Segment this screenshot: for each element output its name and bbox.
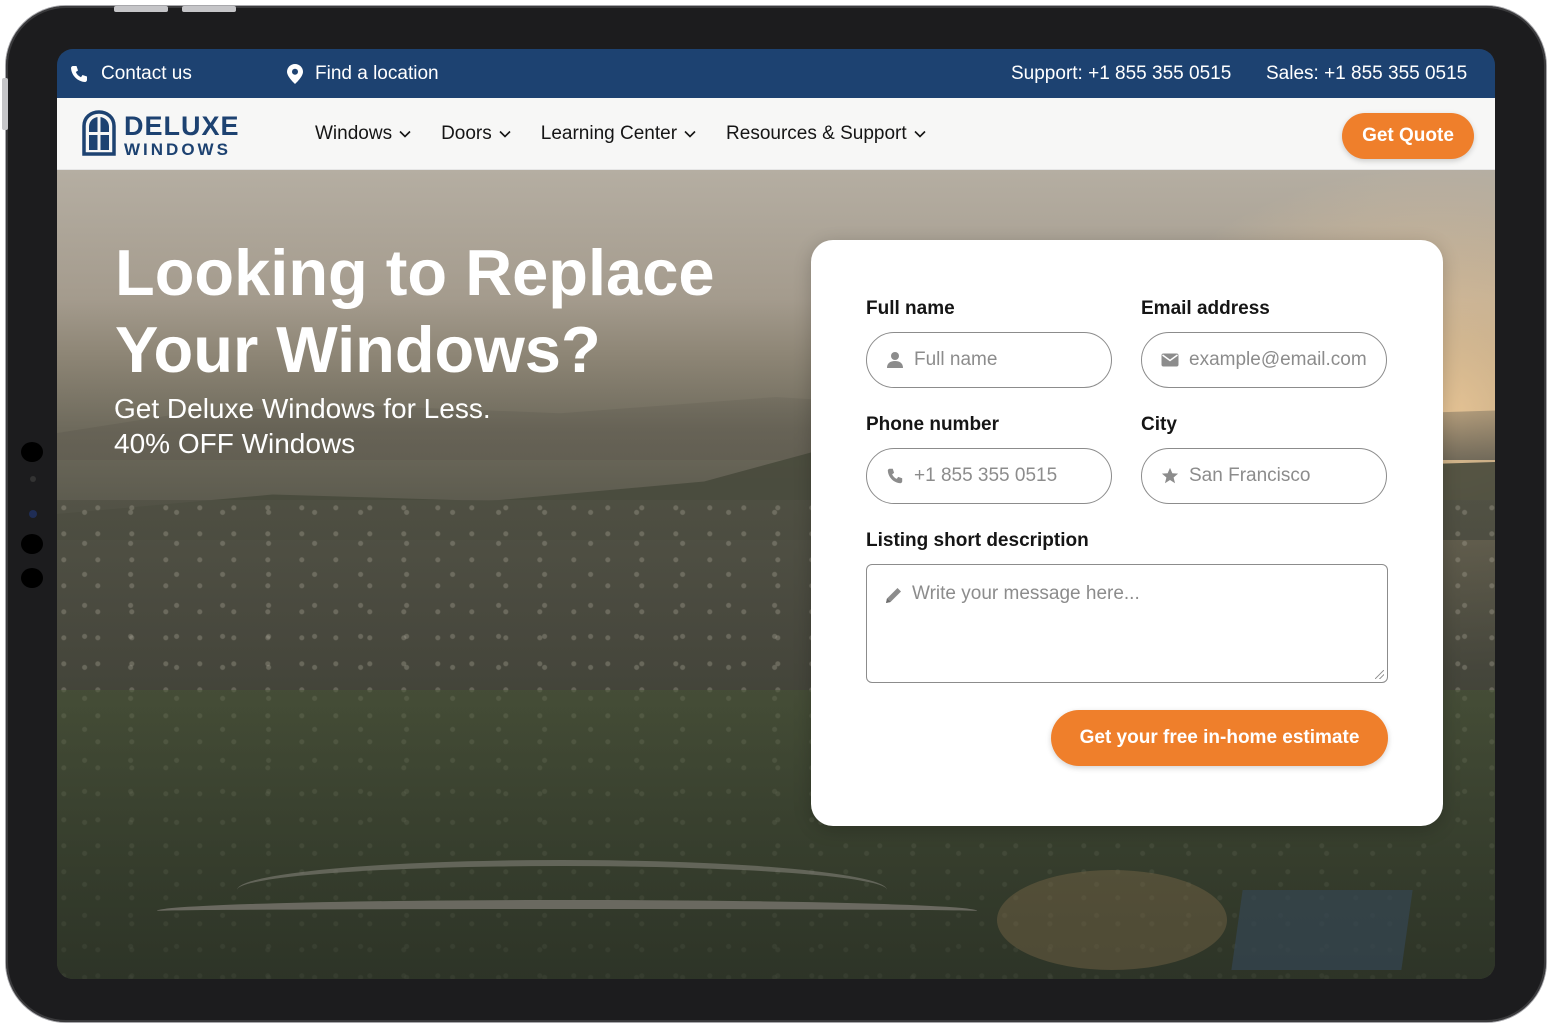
nav-item-learning-center[interactable]: Learning Center [541, 123, 696, 145]
star-icon [1161, 467, 1179, 485]
contact-link[interactable]: Contact us [69, 49, 192, 98]
nav-item-label: Windows [315, 123, 393, 144]
tablet-top-button [182, 6, 236, 12]
tablet-sensor [21, 568, 43, 588]
hero-background-road [157, 900, 977, 922]
main-navbar: DELUXE WINDOWS Windows Doors Learning Ce… [57, 98, 1495, 170]
screen: Contact us Find a location Support: +1 8… [57, 49, 1495, 979]
brand-wordmark: DELUXE WINDOWS [124, 110, 240, 159]
phone-field[interactable] [866, 448, 1112, 504]
nav-item-windows[interactable]: Windows [315, 123, 411, 145]
hero-background-field [997, 870, 1227, 970]
estimate-form: Full name Email address Phone number Cit… [811, 240, 1443, 826]
hero-background-court [1231, 890, 1413, 970]
chevron-down-icon [399, 130, 411, 138]
email-input[interactable] [1189, 349, 1379, 371]
find-location-label: Find a location [315, 62, 439, 84]
nav-item-label: Doors [441, 123, 492, 144]
phone-label: Phone number [866, 414, 1000, 435]
brand-logo[interactable]: DELUXE WINDOWS [82, 109, 240, 161]
city-label: City [1141, 414, 1177, 435]
sales-phone[interactable]: Sales: +1 855 355 0515 [1266, 49, 1467, 98]
support-phone-label: Support: +1 855 355 0515 [1011, 62, 1232, 84]
brand-name-line2: WINDOWS [124, 139, 231, 159]
chevron-down-icon [684, 130, 696, 138]
hero-offer: 40% OFF Windows [114, 428, 356, 459]
map-pin-icon [287, 63, 303, 84]
tablet-top-button [114, 6, 168, 12]
tablet-camera [29, 510, 37, 518]
description-label: Listing short description [866, 530, 1089, 551]
nav-item-label: Resources & Support [726, 123, 907, 144]
full-name-input[interactable] [914, 349, 1104, 371]
chevron-down-icon [499, 130, 511, 138]
find-location-link[interactable]: Find a location [287, 49, 439, 98]
city-input[interactable] [1189, 465, 1379, 487]
nav-item-doors[interactable]: Doors [441, 123, 511, 145]
tablet-side-button [2, 78, 8, 130]
nav-item-resources-support[interactable]: Resources & Support [726, 123, 926, 145]
email-label: Email address [1141, 298, 1270, 319]
nav-item-label: Learning Center [540, 123, 678, 144]
description-field[interactable] [866, 564, 1388, 683]
support-phone[interactable]: Support: +1 855 355 0515 [1011, 49, 1231, 98]
phone-icon [69, 64, 89, 84]
textarea-resize-handle[interactable] [1375, 670, 1384, 679]
user-icon [886, 351, 904, 369]
top-bar: Contact us Find a location Support: +1 8… [57, 49, 1495, 98]
description-textarea[interactable] [912, 583, 1372, 673]
hero-headline: Looking to Replace Your Windows? [115, 234, 815, 388]
window-logo-icon [82, 109, 116, 161]
nav-menu: Windows Doors Learning Center Resources … [315, 98, 926, 170]
tablet-sensor [21, 442, 43, 462]
contact-link-label: Contact us [101, 62, 192, 84]
full-name-field[interactable] [866, 332, 1112, 388]
hero-headline-line1: Looking to Replace [115, 236, 715, 309]
sales-phone-label: Sales: +1 855 355 0515 [1266, 62, 1468, 84]
chevron-down-icon [914, 130, 926, 138]
phone-icon [886, 467, 904, 485]
hero-headline-line2: Your Windows? [115, 313, 601, 386]
free-estimate-button[interactable]: Get your free in-home estimate [1051, 710, 1388, 766]
brand-name-line1: DELUXE [124, 110, 240, 141]
tablet-sensor [30, 476, 36, 482]
full-name-label: Full name [866, 298, 955, 319]
get-quote-button[interactable]: Get Quote [1342, 113, 1474, 159]
city-field[interactable] [1141, 448, 1387, 504]
envelope-icon [1161, 353, 1179, 367]
hero-section: Looking to Replace Your Windows? Get Del… [57, 170, 1495, 979]
phone-input[interactable] [914, 465, 1104, 487]
hero-subheadline: Get Deluxe Windows for Less. [114, 393, 491, 424]
tablet-sensor [21, 534, 43, 554]
email-field[interactable] [1141, 332, 1387, 388]
